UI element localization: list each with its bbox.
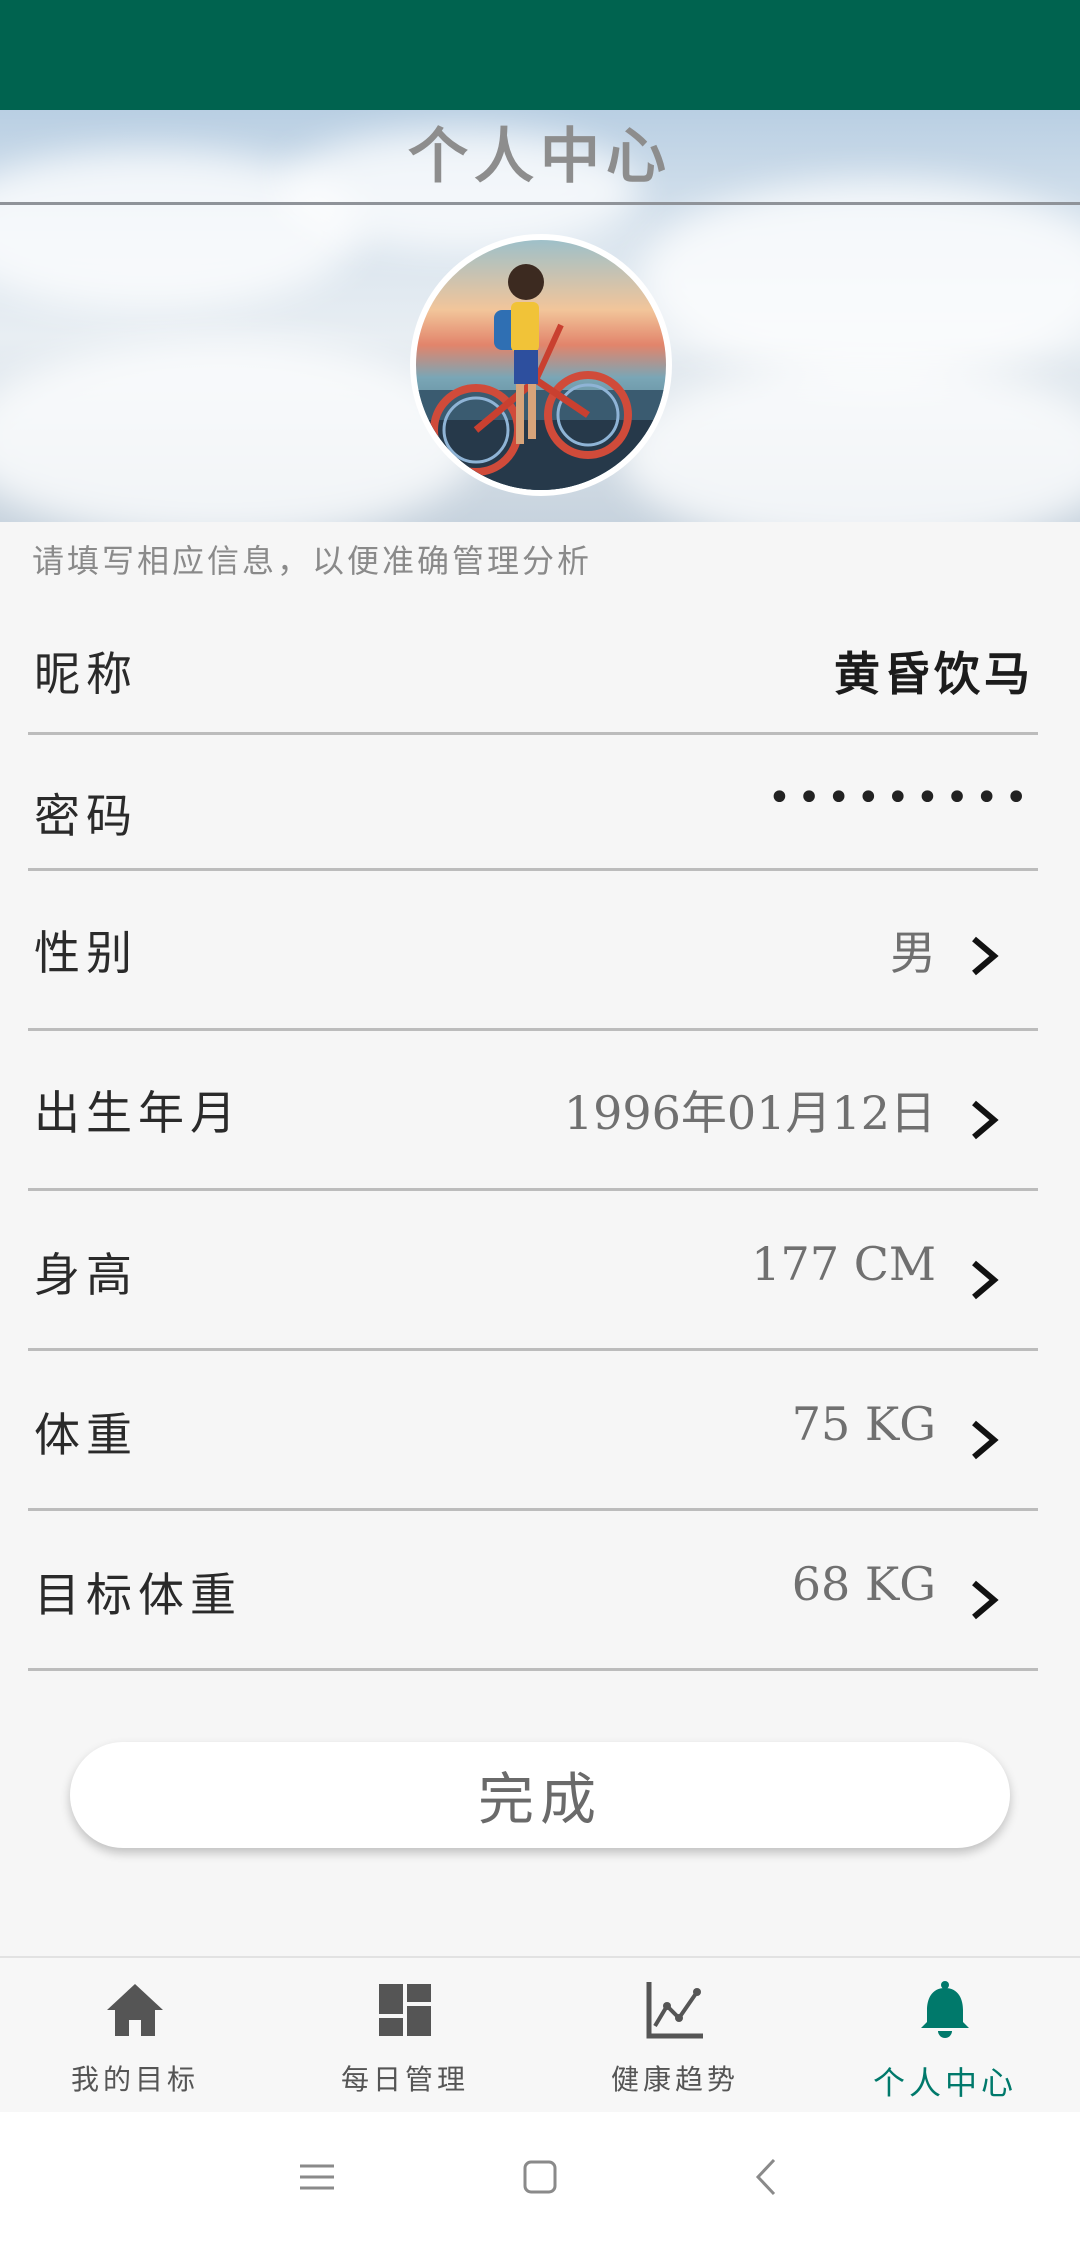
chevron-right-icon bbox=[972, 936, 999, 976]
chevron-right-icon bbox=[972, 1100, 999, 1140]
nav-label: 我的目标 bbox=[70, 2063, 199, 2096]
bottom-nav: 我的目标 每日管理 健康趋势 个人中心 bbox=[0, 1956, 1080, 2112]
home-icon bbox=[107, 1984, 163, 2036]
chevron-right-icon bbox=[972, 1260, 999, 1300]
gender-value: 男 bbox=[890, 926, 936, 980]
nav-item-my-goal[interactable]: 我的目标 bbox=[0, 1958, 270, 2114]
dashboard-icon bbox=[379, 1984, 431, 2036]
nickname-label: 昵称 bbox=[34, 647, 138, 701]
home-square-icon[interactable] bbox=[515, 2152, 565, 2202]
birth-date-row[interactable]: 出生年月 1996年01月12日 bbox=[28, 1031, 1038, 1191]
nav-label: 每日管理 bbox=[340, 2063, 469, 2096]
form-hint: 请填写相应信息，以便准确管理分析 bbox=[32, 542, 593, 580]
password-label: 密码 bbox=[34, 789, 138, 843]
trend-chart-icon bbox=[646, 1982, 703, 2039]
nav-label: 个人中心 bbox=[872, 2064, 1017, 2102]
height-row[interactable]: 身高 177 CM bbox=[28, 1191, 1038, 1351]
target-weight-row[interactable]: 目标体重 68 KG bbox=[28, 1511, 1038, 1671]
back-icon[interactable] bbox=[742, 2152, 792, 2202]
weight-label: 体重 bbox=[34, 1408, 138, 1462]
weight-value: 75 KG bbox=[791, 1397, 936, 1451]
birth-date-value: 1996年01月12日 bbox=[563, 1086, 936, 1140]
target-weight-label: 目标体重 bbox=[34, 1568, 242, 1622]
nav-label: 健康趋势 bbox=[610, 2063, 739, 2096]
chevron-right-icon bbox=[972, 1420, 999, 1460]
header-divider bbox=[0, 202, 1080, 205]
nav-item-daily-management[interactable]: 每日管理 bbox=[270, 1958, 540, 2114]
finish-button[interactable]: 完成 bbox=[70, 1742, 1010, 1848]
height-label: 身高 bbox=[34, 1248, 138, 1302]
avatar-illustration bbox=[416, 264, 666, 490]
avatar[interactable] bbox=[410, 234, 672, 496]
menu-icon[interactable] bbox=[292, 2152, 342, 2202]
system-nav-bar bbox=[0, 2112, 1080, 2244]
password-value: ••••••••• bbox=[767, 775, 1034, 821]
gender-row[interactable]: 性别 男 bbox=[28, 871, 1038, 1031]
gender-label: 性别 bbox=[34, 926, 138, 980]
bell-icon bbox=[921, 1981, 969, 2038]
birth-date-label: 出生年月 bbox=[34, 1086, 242, 1140]
password-row[interactable]: 密码 ••••••••• bbox=[28, 735, 1038, 871]
target-weight-value: 68 KG bbox=[791, 1557, 936, 1611]
weight-row[interactable]: 体重 75 KG bbox=[28, 1351, 1038, 1511]
nav-item-profile[interactable]: 个人中心 bbox=[810, 1958, 1080, 2114]
nav-item-health-trend[interactable]: 健康趋势 bbox=[540, 1958, 810, 2114]
height-value: 177 CM bbox=[751, 1237, 936, 1291]
status-bar bbox=[0, 0, 1080, 110]
chevron-right-icon bbox=[972, 1580, 999, 1620]
profile-header: 个人中心 bbox=[0, 110, 1080, 522]
page-title: 个人中心 bbox=[408, 122, 672, 192]
nickname-value: 黄昏饮马 bbox=[834, 647, 1034, 701]
nickname-row[interactable]: 昵称 黄昏饮马 bbox=[28, 600, 1038, 735]
